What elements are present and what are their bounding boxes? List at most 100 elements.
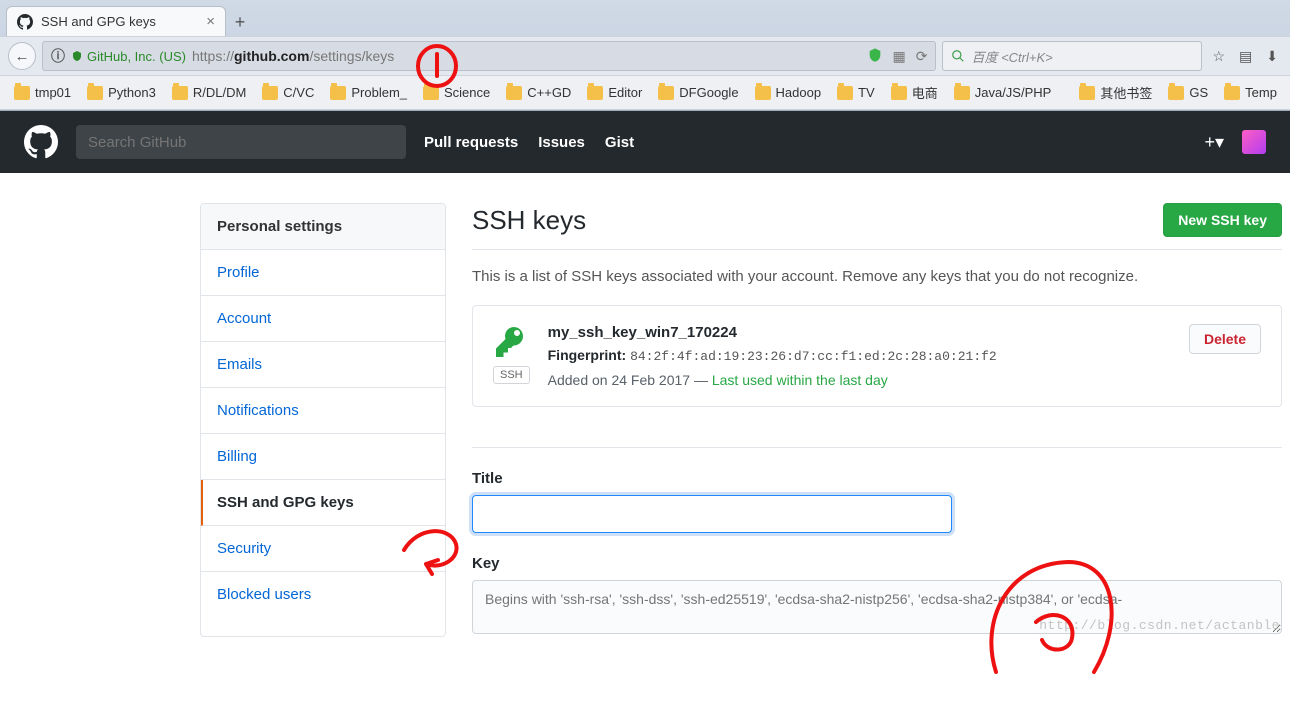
folder-icon: [330, 86, 346, 100]
bookmark-label: Temp: [1245, 85, 1277, 100]
folder-icon: [587, 86, 603, 100]
settings-sidebar: Personal settings ProfileAccountEmailsNo…: [200, 203, 446, 637]
bookmark-item[interactable]: Python3: [81, 82, 162, 103]
tab-title: SSH and GPG keys: [41, 14, 156, 29]
toolbar-icons: ☆ ▤ ⬇: [1208, 48, 1282, 65]
site-identity[interactable]: GitHub, Inc. (US): [71, 49, 186, 64]
bookmark-item[interactable]: GS: [1162, 82, 1214, 103]
folder-icon: [837, 86, 853, 100]
folder-icon: [1079, 86, 1095, 100]
key-title: my_ssh_key_win7_170224: [548, 324, 1171, 341]
ssh-chip: SSH: [493, 366, 530, 384]
bookmark-item[interactable]: Problem_: [324, 82, 413, 103]
bookmark-label: Problem_: [351, 85, 407, 100]
bookmark-label: TV: [858, 85, 875, 100]
star-icon[interactable]: ☆: [1212, 48, 1225, 65]
bookmark-item[interactable]: Science: [417, 82, 496, 103]
bookmark-item[interactable]: TV: [831, 82, 881, 103]
title-label: Title: [472, 470, 1282, 487]
bookmark-label: Editor: [608, 85, 642, 100]
add-key-form: Title Key: [472, 447, 1282, 637]
bookmark-item[interactable]: Temp: [1218, 82, 1283, 103]
address-row: ← ⓘ GitHub, Inc. (US) https://github.com…: [0, 36, 1290, 76]
folder-icon: [1224, 86, 1240, 100]
bookmark-label: Hadoop: [776, 85, 822, 100]
bookmark-item[interactable]: R/DL/DM: [166, 82, 252, 103]
reload-icon[interactable]: ⟳: [916, 48, 928, 65]
bookmark-item[interactable]: C++GD: [500, 82, 577, 103]
folder-icon: [658, 86, 674, 100]
folder-icon: [755, 86, 771, 100]
bookmark-label: 电商: [912, 83, 938, 102]
intro-text: This is a list of SSH keys associated wi…: [472, 268, 1282, 285]
key-icon: [493, 324, 529, 360]
bookmark-item[interactable]: Java/JS/PHP: [948, 82, 1058, 103]
browser-search[interactable]: 百度 <Ctrl+K>: [942, 41, 1202, 71]
bookmark-item[interactable]: Hadoop: [749, 82, 828, 103]
browser-chrome: SSH and GPG keys × + ← ⓘ GitHub, Inc. (U…: [0, 0, 1290, 111]
bookmark-label: tmp01: [35, 85, 71, 100]
sidebar-item[interactable]: Account: [201, 296, 445, 342]
bookmark-label: DFGoogle: [679, 85, 738, 100]
bookmark-label: R/DL/DM: [193, 85, 246, 100]
address-bar[interactable]: ⓘ GitHub, Inc. (US) https://github.com/s…: [42, 41, 936, 71]
bookmark-item[interactable]: DFGoogle: [652, 82, 744, 103]
new-menu-icon[interactable]: +▾: [1204, 132, 1224, 153]
folder-icon: [172, 86, 188, 100]
sidebar-item[interactable]: Profile: [201, 250, 445, 296]
folder-icon: [891, 86, 907, 100]
nav-link[interactable]: Gist: [605, 134, 634, 151]
folder-icon: [87, 86, 103, 100]
github-header: Pull requests Issues Gist +▾: [0, 111, 1290, 173]
sidebar-item[interactable]: SSH and GPG keys: [201, 480, 445, 526]
sidebar-item[interactable]: Billing: [201, 434, 445, 480]
info-icon[interactable]: ⓘ: [51, 46, 65, 66]
avatar[interactable]: [1242, 130, 1266, 154]
content-area: Personal settings ProfileAccountEmailsNo…: [0, 173, 1290, 637]
bookmark-label: GS: [1189, 85, 1208, 100]
sidebar-item[interactable]: Emails: [201, 342, 445, 388]
sidebar-item[interactable]: Notifications: [201, 388, 445, 434]
page-title: SSH keys: [472, 205, 586, 236]
qr-icon[interactable]: ▦: [893, 48, 906, 65]
sidebar-item[interactable]: Blocked users: [201, 572, 445, 617]
downloads-icon[interactable]: ⬇: [1266, 48, 1278, 65]
github-nav: Pull requests Issues Gist: [424, 134, 634, 151]
key-added-info: Added on 24 Feb 2017 — Last used within …: [548, 372, 1171, 388]
bookmark-item[interactable]: tmp01: [8, 82, 77, 103]
sidebar-item[interactable]: Security: [201, 526, 445, 572]
watermark: http://blog.csdn.net/actanble: [1039, 618, 1280, 633]
github-search-input[interactable]: [76, 125, 406, 159]
folder-icon: [506, 86, 522, 100]
bookmark-label: C/VC: [283, 85, 314, 100]
nav-link[interactable]: Issues: [538, 134, 585, 151]
key-fingerprint: Fingerprint: 84:2f:4f:ad:19:23:26:d7:cc:…: [548, 347, 1171, 364]
ssh-key-entry: SSH my_ssh_key_win7_170224 Fingerprint: …: [472, 305, 1282, 407]
tab-strip: SSH and GPG keys × +: [0, 0, 1290, 36]
bookmark-label: Java/JS/PHP: [975, 85, 1052, 100]
new-ssh-key-button[interactable]: New SSH key: [1163, 203, 1282, 237]
browser-tab[interactable]: SSH and GPG keys ×: [6, 6, 226, 36]
github-favicon: [17, 14, 33, 30]
bookmark-label: C++GD: [527, 85, 571, 100]
folder-icon: [262, 86, 278, 100]
url-text: https://github.com/settings/keys: [192, 48, 394, 64]
bookmark-label: Science: [444, 85, 490, 100]
new-tab-button[interactable]: +: [226, 8, 254, 36]
back-button[interactable]: ←: [8, 42, 36, 70]
bookmark-label: Python3: [108, 85, 156, 100]
library-icon[interactable]: ▤: [1239, 48, 1252, 65]
nav-link[interactable]: Pull requests: [424, 134, 518, 151]
title-input[interactable]: [472, 495, 952, 533]
close-tab-icon[interactable]: ×: [206, 13, 215, 30]
main-panel: SSH keys New SSH key This is a list of S…: [472, 203, 1290, 637]
github-logo-icon[interactable]: [24, 125, 58, 159]
bookmark-item[interactable]: 电商: [885, 80, 944, 105]
delete-key-button[interactable]: Delete: [1189, 324, 1261, 354]
bookmarks-bar: tmp01 Python3 R/DL/DM C/VC Problem_ Science C+…: [0, 76, 1290, 110]
bookmark-item[interactable]: Editor: [581, 82, 648, 103]
shield-icon[interactable]: [867, 47, 883, 66]
key-label: Key: [472, 555, 1282, 572]
bookmark-item[interactable]: 其他书签: [1073, 80, 1158, 105]
bookmark-item[interactable]: C/VC: [256, 82, 320, 103]
